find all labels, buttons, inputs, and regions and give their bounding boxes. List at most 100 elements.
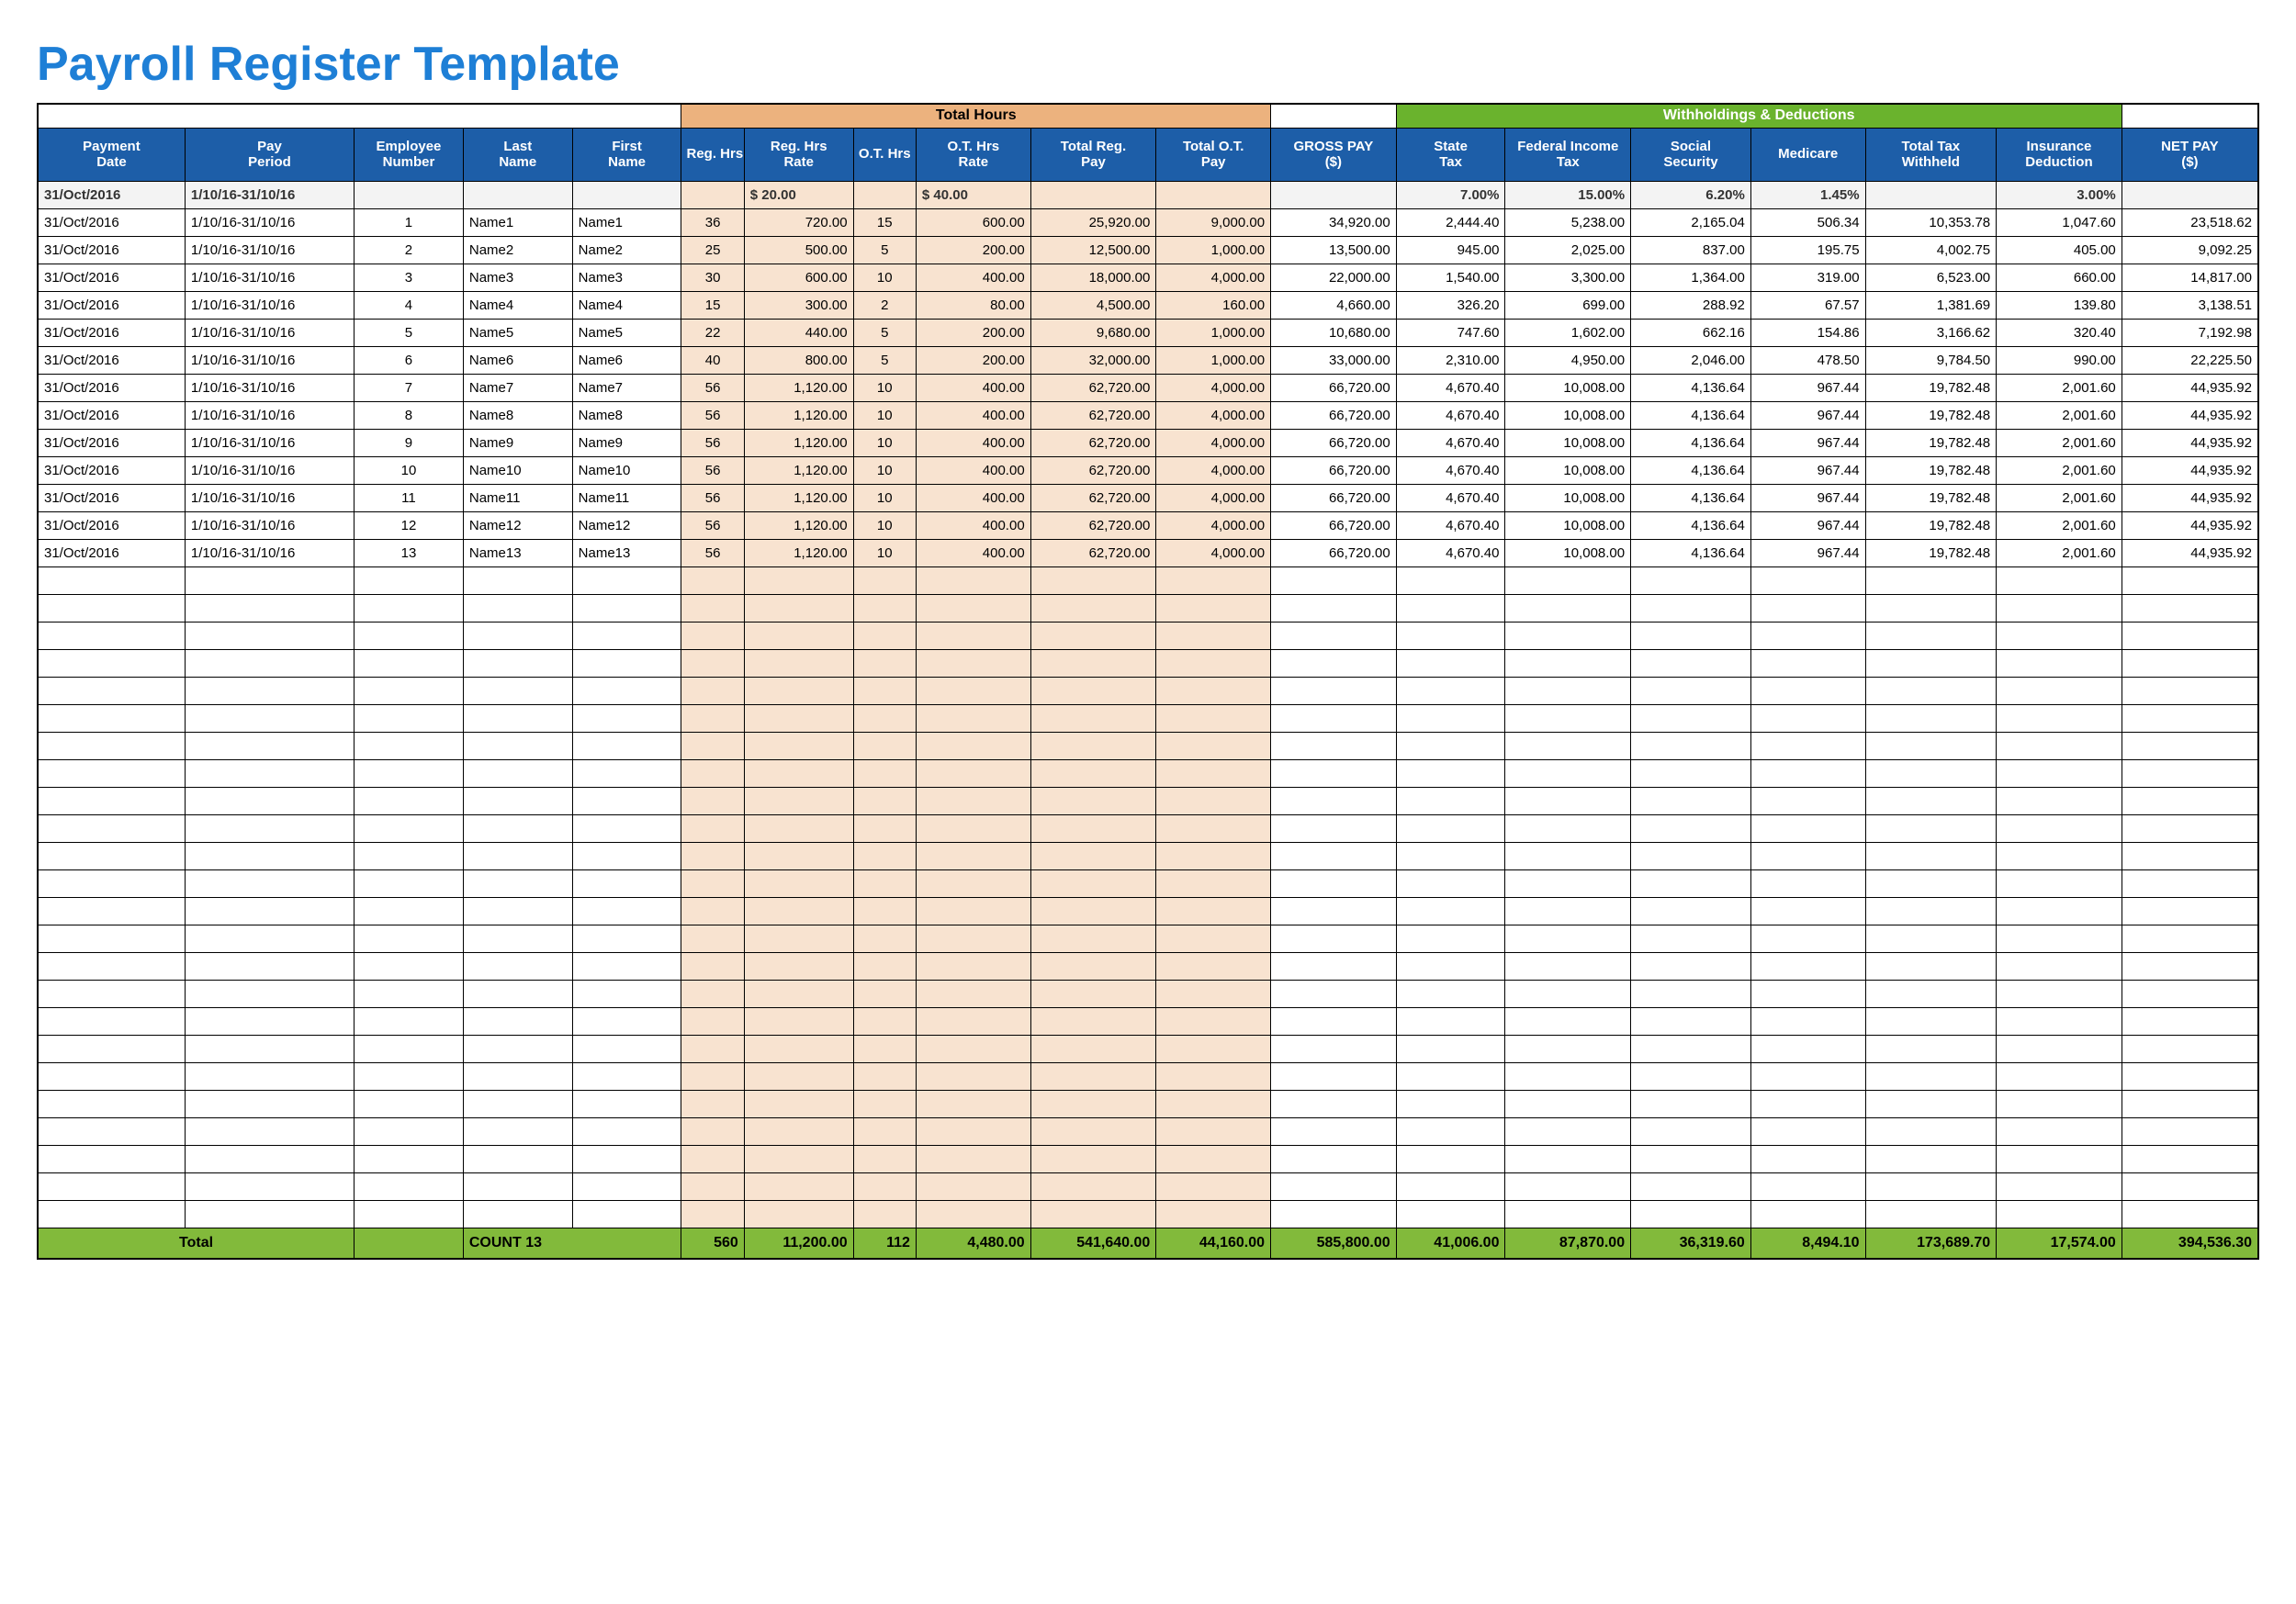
page-title: Payroll Register Template — [37, 37, 2259, 92]
cell-stax: 4,670.40 — [1396, 429, 1505, 456]
cell-pay_period: 1/10/16-31/10/16 — [185, 374, 354, 401]
cell-last: Name4 — [463, 291, 572, 319]
cell-top: 4,000.00 — [1156, 264, 1271, 291]
rate-insurance: 3.00% — [1997, 181, 2122, 208]
cell-emp: 1 — [355, 208, 464, 236]
cell-pay_period: 1/10/16-31/10/16 — [185, 539, 354, 566]
cell-med: 195.75 — [1750, 236, 1865, 264]
cell-emp: 5 — [355, 319, 464, 346]
cell-ftax: 10,008.00 — [1505, 429, 1631, 456]
cell-net: 3,138.51 — [2122, 291, 2258, 319]
total-oth: 112 — [853, 1228, 916, 1259]
cell-net: 23,518.62 — [2122, 208, 2258, 236]
cell-net: 44,935.92 — [2122, 539, 2258, 566]
cell-twh: 19,782.48 — [1865, 484, 1997, 511]
col-header-14: SocialSecurity — [1631, 128, 1751, 181]
cell-last: Name2 — [463, 236, 572, 264]
cell-oth: 5 — [853, 236, 916, 264]
cell-gross: 22,000.00 — [1271, 264, 1397, 291]
cell-oth: 10 — [853, 511, 916, 539]
total-rh: 560 — [681, 1228, 744, 1259]
column-header-row: PaymentDatePayPeriodEmployeeNumberLastNa… — [38, 128, 2258, 181]
cell-ins: 1,047.60 — [1997, 208, 2122, 236]
table-row: 31/Oct/20161/10/16-31/10/163Name3Name330… — [38, 264, 2258, 291]
cell-top: 1,000.00 — [1156, 319, 1271, 346]
cell-rh: 22 — [681, 319, 744, 346]
empty-row — [38, 594, 2258, 622]
total-label: Total — [38, 1228, 355, 1259]
cell-ftax: 10,008.00 — [1505, 539, 1631, 566]
empty-row — [38, 1062, 2258, 1090]
cell-rh: 25 — [681, 236, 744, 264]
cell-gross: 66,720.00 — [1271, 374, 1397, 401]
col-header-18: NET PAY($) — [2122, 128, 2258, 181]
col-header-16: Total TaxWithheld — [1865, 128, 1997, 181]
cell-oth: 10 — [853, 456, 916, 484]
cell-pay_period: 1/10/16-31/10/16 — [185, 401, 354, 429]
cell-first: Name2 — [572, 236, 681, 264]
cell-last: Name5 — [463, 319, 572, 346]
cell-gross: 4,660.00 — [1271, 291, 1397, 319]
cell-first: Name11 — [572, 484, 681, 511]
cell-payment_date: 31/Oct/2016 — [38, 401, 185, 429]
cell-rhr: 300.00 — [744, 291, 853, 319]
cell-stax: 326.20 — [1396, 291, 1505, 319]
cell-net: 44,935.92 — [2122, 374, 2258, 401]
cell-net: 22,225.50 — [2122, 346, 2258, 374]
total-top: 44,160.00 — [1156, 1228, 1271, 1259]
cell-trp: 18,000.00 — [1030, 264, 1156, 291]
rate-ot-rate: $ 40.00 — [916, 181, 1030, 208]
cell-ins: 2,001.60 — [1997, 429, 2122, 456]
cell-ss: 4,136.64 — [1631, 484, 1751, 511]
cell-emp: 10 — [355, 456, 464, 484]
cell-emp: 7 — [355, 374, 464, 401]
cell-med: 319.00 — [1750, 264, 1865, 291]
cell-otr: 600.00 — [916, 208, 1030, 236]
cell-med: 967.44 — [1750, 484, 1865, 511]
cell-med: 154.86 — [1750, 319, 1865, 346]
total-ftax: 87,870.00 — [1505, 1228, 1631, 1259]
cell-rhr: 1,120.00 — [744, 401, 853, 429]
table-row: 31/Oct/20161/10/16-31/10/1613Name13Name1… — [38, 539, 2258, 566]
cell-oth: 5 — [853, 346, 916, 374]
cell-rhr: 1,120.00 — [744, 484, 853, 511]
table-row: 31/Oct/20161/10/16-31/10/1612Name12Name1… — [38, 511, 2258, 539]
table-row: 31/Oct/20161/10/16-31/10/162Name2Name225… — [38, 236, 2258, 264]
cell-emp: 6 — [355, 346, 464, 374]
col-header-3: LastName — [463, 128, 572, 181]
empty-row — [38, 1035, 2258, 1062]
cell-twh: 9,784.50 — [1865, 346, 1997, 374]
total-count: COUNT 13 — [463, 1228, 681, 1259]
rate-row: 31/Oct/2016 1/10/16-31/10/16 $ 20.00 $ 4… — [38, 181, 2258, 208]
cell-twh: 19,782.48 — [1865, 401, 1997, 429]
empty-row — [38, 759, 2258, 787]
cell-ins: 2,001.60 — [1997, 456, 2122, 484]
empty-row — [38, 952, 2258, 980]
cell-ss: 4,136.64 — [1631, 429, 1751, 456]
cell-last: Name12 — [463, 511, 572, 539]
cell-otr: 400.00 — [916, 401, 1030, 429]
empty-row — [38, 1117, 2258, 1145]
cell-last: Name10 — [463, 456, 572, 484]
cell-trp: 62,720.00 — [1030, 511, 1156, 539]
cell-ins: 660.00 — [1997, 264, 2122, 291]
cell-gross: 66,720.00 — [1271, 429, 1397, 456]
cell-stax: 4,670.40 — [1396, 511, 1505, 539]
cell-ftax: 10,008.00 — [1505, 511, 1631, 539]
cell-payment_date: 31/Oct/2016 — [38, 319, 185, 346]
cell-gross: 66,720.00 — [1271, 401, 1397, 429]
cell-first: Name4 — [572, 291, 681, 319]
cell-ftax: 699.00 — [1505, 291, 1631, 319]
cell-stax: 2,444.40 — [1396, 208, 1505, 236]
cell-otr: 80.00 — [916, 291, 1030, 319]
cell-rh: 56 — [681, 429, 744, 456]
cell-net: 44,935.92 — [2122, 429, 2258, 456]
col-header-0: PaymentDate — [38, 128, 185, 181]
empty-row — [38, 1200, 2258, 1228]
table-row: 31/Oct/20161/10/16-31/10/167Name7Name756… — [38, 374, 2258, 401]
empty-row — [38, 677, 2258, 704]
cell-emp: 11 — [355, 484, 464, 511]
total-otr: 4,480.00 — [916, 1228, 1030, 1259]
rate-fed-tax: 15.00% — [1505, 181, 1631, 208]
cell-oth: 10 — [853, 401, 916, 429]
